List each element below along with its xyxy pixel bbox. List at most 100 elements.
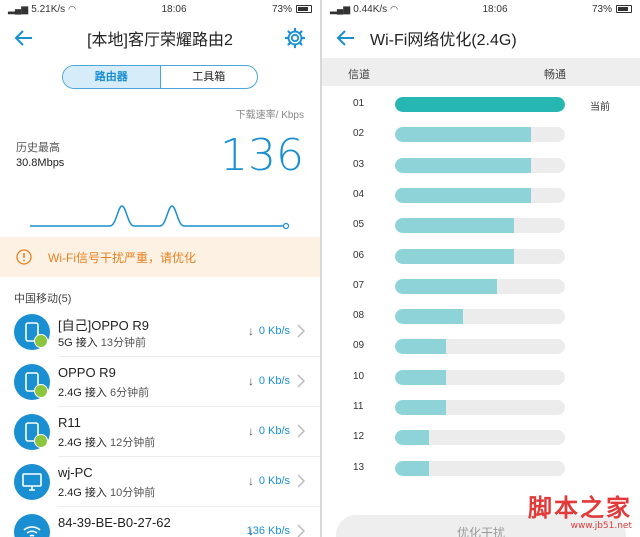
battery-level: 73% — [591, 3, 612, 15]
device-name: [自己]OPPO R9 — [58, 318, 150, 333]
device-row[interactable]: R11 2.4G 接入 12分钟前 ↓ 0 Kb/s — [0, 407, 320, 457]
chevron-right-icon — [297, 324, 306, 338]
channel-number: 10 — [353, 370, 365, 382]
device-row[interactable]: 84-39-BE-B0-27-62 ↓ 136 Kb/s — [0, 507, 320, 537]
channel-number: 09 — [353, 340, 365, 352]
device-rate: 0 Kb/s — [258, 475, 290, 487]
channel-bar — [395, 430, 429, 446]
channel-bar-track — [395, 187, 565, 203]
section-header: 中国移动(5) — [14, 293, 72, 305]
channel-bar-track — [395, 218, 565, 234]
chevron-right-icon — [297, 524, 306, 537]
channel-bar — [395, 339, 446, 355]
channel-row: 01 当前 — [322, 90, 640, 120]
channel-bar-track — [395, 248, 565, 264]
wifi-optimize-screen: ▂▄▆ 0.44K/s ◠ 18:06 73% Wi-Fi网络优化(2.4G) … — [322, 0, 640, 537]
chevron-right-icon — [297, 424, 306, 438]
device-band: 5G 接入 — [58, 337, 98, 349]
channel-bar-track — [395, 278, 565, 294]
device-row[interactable]: [自己]OPPO R9 5G 接入 13分钟前 ↓ 0 Kb/s — [0, 307, 320, 357]
brand-badge-icon — [34, 334, 48, 348]
channel-bar — [395, 248, 514, 264]
signal-icon: ▂▄▆ — [330, 3, 351, 14]
gear-icon[interactable] — [284, 27, 306, 49]
interference-warning[interactable]: Wi-Fi信号干扰严重，请优化 — [0, 237, 320, 277]
channel-row: 11 — [322, 393, 640, 423]
device-band: 2.4G 接入 — [58, 387, 107, 399]
history-max-label: 历史最高 — [16, 142, 60, 154]
device-band: 2.4G 接入 — [58, 487, 107, 499]
device-time: 13分钟前 — [100, 337, 147, 349]
device-row[interactable]: wj-PC 2.4G 接入 10分钟前 ↓ 0 Kb/s — [0, 457, 320, 507]
device-rate: 0 Kb/s — [258, 375, 290, 387]
channel-row: 07 — [322, 272, 640, 302]
watermark-brand: 脚本之家 — [528, 493, 632, 522]
chevron-right-icon — [297, 374, 306, 388]
watermark: 脚本之家 www.jb51.net — [528, 488, 632, 531]
clock: 18:06 — [482, 3, 508, 15]
battery-icon — [296, 5, 312, 13]
channel-row: 03 — [322, 151, 640, 181]
channel-row: 09 — [322, 332, 640, 362]
channel-number: 06 — [353, 249, 365, 261]
network-speed: 5.21K/s — [31, 3, 66, 15]
channel-bar — [395, 278, 497, 294]
signal-icon: ▂▄▆ — [8, 3, 29, 14]
channel-header: 信道 畅通 — [322, 58, 640, 86]
channel-row: 02 — [322, 120, 640, 150]
channel-row: 04 — [322, 181, 640, 211]
battery-level: 73% — [271, 3, 292, 15]
current-speed: 136 — [220, 130, 304, 181]
wifi-icon — [14, 514, 50, 537]
warning-text: Wi-Fi信号干扰严重，请优化 — [48, 250, 196, 265]
device-name: 84-39-BE-B0-27-62 — [58, 515, 171, 530]
page-title: Wi-Fi网络优化(2.4G) — [370, 32, 517, 49]
status-bar: ▂▄▆ 5.21K/s ◠ 18:06 73% — [0, 0, 320, 18]
device-time: 10分钟前 — [109, 487, 156, 499]
wifi-status-icon: ◠ — [68, 3, 77, 14]
channel-row: 13 — [322, 454, 640, 484]
monitor-icon — [14, 464, 50, 500]
download-arrow-icon: ↓ — [248, 474, 254, 488]
network-speed: 0.44K/s — [353, 3, 388, 15]
channel-bar-track — [395, 97, 565, 112]
channel-column-label: 信道 — [348, 69, 370, 81]
device-row[interactable]: OPPO R9 2.4G 接入 6分钟前 ↓ 0 Kb/s — [0, 357, 320, 407]
channel-number: 12 — [353, 431, 365, 443]
tab-toolbox[interactable]: 工具箱 — [161, 66, 258, 88]
channel-number: 11 — [353, 401, 364, 412]
device-name: OPPO R9 — [58, 365, 116, 380]
clock: 18:06 — [161, 3, 187, 15]
device-time: 6分钟前 — [109, 387, 150, 399]
back-arrow-icon[interactable] — [334, 26, 358, 50]
channel-bar — [395, 309, 463, 325]
device-rate: 136 Kb/s — [246, 525, 290, 537]
app-bar: [本地]客厅荣耀路由2 — [0, 18, 320, 58]
history-max-value: 30.8Mbps — [16, 157, 65, 169]
battery-icon — [616, 5, 632, 13]
device-rate: 0 Kb/s — [258, 325, 290, 337]
device-time: 12分钟前 — [109, 437, 156, 449]
channel-number: 13 — [353, 461, 365, 473]
channel-bar-track — [395, 309, 565, 325]
channel-row: 10 — [322, 363, 640, 393]
channel-row: 12 — [322, 423, 640, 453]
channel-number: 02 — [353, 128, 365, 140]
device-connection: 5G 接入 13分钟前 — [58, 334, 146, 350]
channel-number: 04 — [353, 188, 365, 200]
page-title: [本地]客厅荣耀路由2 — [87, 32, 233, 49]
download-arrow-icon: ↓ — [248, 424, 254, 438]
device-connection: 2.4G 接入 12分钟前 — [58, 434, 155, 450]
back-arrow-icon[interactable] — [12, 26, 36, 50]
current-channel-label: 当前 — [590, 102, 610, 113]
tab-router[interactable]: 路由器 — [63, 66, 161, 88]
brand-badge-icon — [34, 434, 48, 448]
channel-row: 05 — [322, 211, 640, 241]
segment-tabs: 路由器 工具箱 — [62, 65, 258, 89]
channel-bar — [395, 460, 429, 476]
channel-number: 01 — [353, 98, 365, 109]
router-screen: ▂▄▆ 5.21K/s ◠ 18:06 73% [本地]客厅荣耀路由2 路由器 … — [0, 0, 320, 537]
channel-bar-track — [395, 460, 565, 476]
channel-bar-track — [395, 339, 565, 355]
speed-caption: 下载速率/ Kbps — [235, 110, 304, 121]
